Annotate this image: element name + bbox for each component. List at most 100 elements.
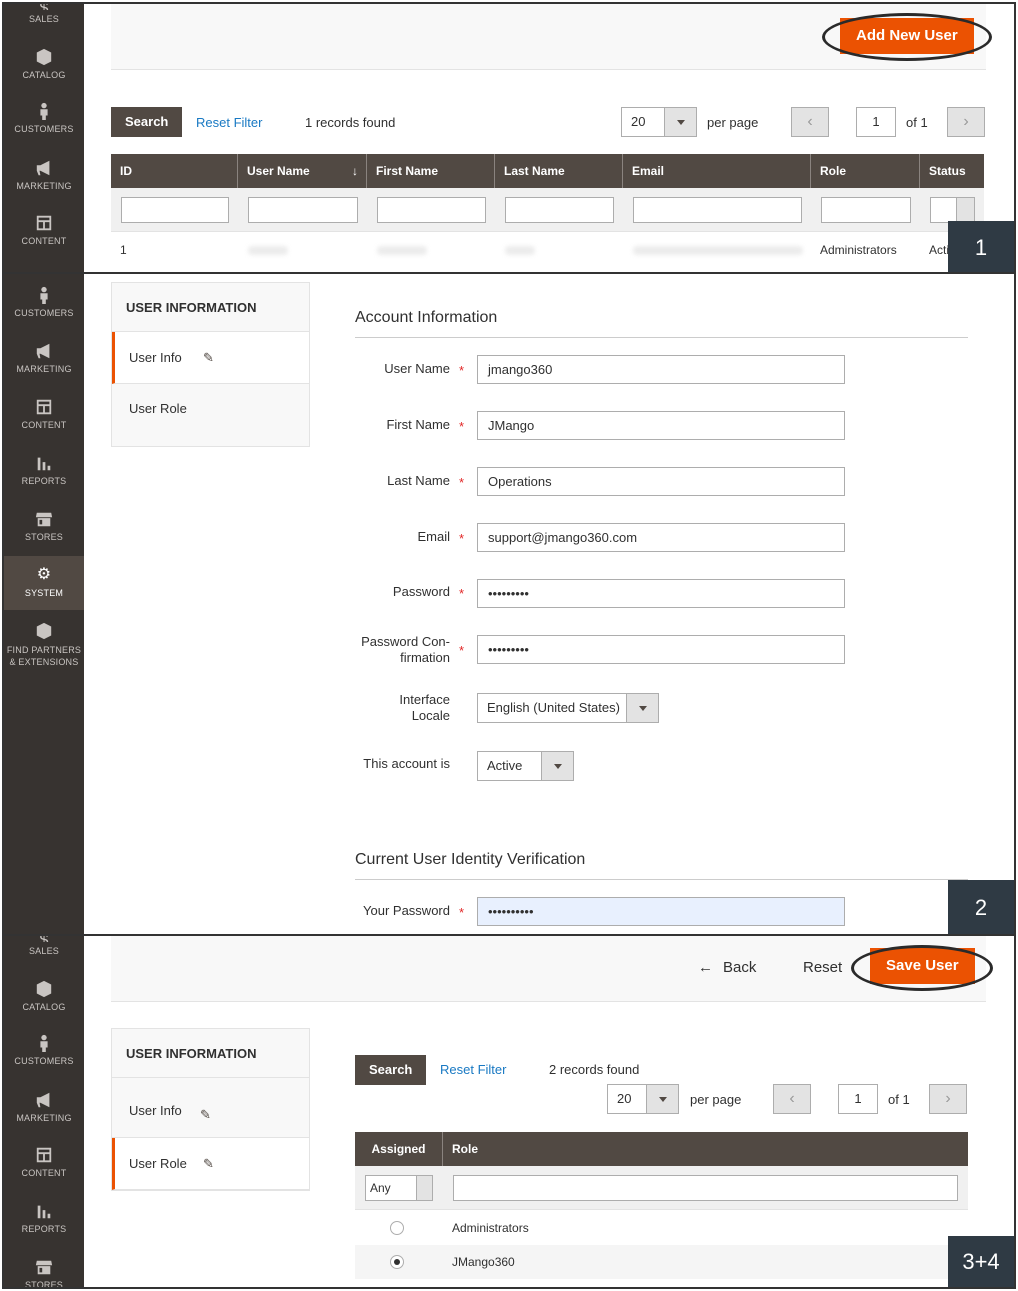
reset-filter-link[interactable]: Reset Filter [196, 115, 262, 130]
col-status[interactable]: Status [920, 154, 984, 188]
nav-marketing[interactable]: MARKETING [4, 1091, 84, 1123]
required-star: * [459, 475, 465, 490]
next-page-button[interactable]: › [929, 1084, 967, 1114]
page-total: of 1 [888, 1092, 910, 1107]
per-page-select[interactable]: 20 [621, 107, 697, 137]
required-star: * [459, 419, 465, 434]
password-confirmation-label: Password Con- firmation [361, 634, 450, 665]
table-row[interactable]: Administrators [355, 1211, 968, 1245]
page-input[interactable]: 1 [838, 1084, 878, 1114]
nav-reports[interactable]: REPORTS [4, 454, 84, 486]
nav-content[interactable]: CONTENT [4, 398, 84, 430]
cell-role: Administrators [820, 243, 897, 257]
table-row[interactable]: JMango360 [355, 1245, 968, 1279]
nav-catalog[interactable]: CATALOG [4, 48, 84, 80]
your-password-label: Your Password [363, 903, 450, 918]
search-button[interactable]: Search [111, 107, 183, 137]
col-id[interactable]: ID [111, 154, 238, 188]
nav-content[interactable]: CONTENT [4, 1146, 84, 1178]
per-page-select[interactable]: 20 [607, 1084, 679, 1114]
step-badge: 3+4 [948, 1236, 1014, 1287]
account-status-select[interactable]: Active [477, 751, 574, 781]
table-row[interactable]: 1 Administrators Acti [111, 233, 984, 267]
reset-button[interactable]: Reset [803, 959, 842, 976]
nav-customers[interactable]: CUSTOMERS [4, 102, 84, 134]
pencil-icon: ✎ [203, 1156, 214, 1171]
prev-page-button[interactable]: ‹ [791, 107, 829, 137]
firstname-input[interactable]: JMango [477, 411, 845, 440]
tab-user-role[interactable]: User Role [112, 384, 309, 446]
page-total: of 1 [906, 115, 928, 130]
nav-sales[interactable]: $ SALES [4, 936, 84, 956]
sort-arrow-icon: ↓ [352, 164, 358, 178]
col-first-name[interactable]: First Name [367, 154, 495, 188]
blurred-firstname [377, 246, 427, 255]
layout-icon [35, 214, 53, 232]
col-role[interactable]: Role [811, 154, 920, 188]
password-input[interactable]: ••••••••• [477, 579, 845, 608]
nav-marketing[interactable]: MARKETING [4, 342, 84, 374]
col-email[interactable]: Email [623, 154, 811, 188]
step-badge: 1 [948, 221, 1014, 272]
required-star: * [459, 586, 465, 601]
next-page-button[interactable]: › [947, 107, 985, 137]
filter-lastname-input[interactable] [505, 197, 614, 223]
assigned-filter-select[interactable]: Any [365, 1175, 433, 1201]
nav-stores[interactable]: STORES [4, 510, 84, 542]
nav-catalog[interactable]: CATALOG [4, 980, 84, 1012]
filter-role-input[interactable] [821, 197, 911, 223]
nav-customers[interactable]: CUSTOMERS [4, 286, 84, 318]
page-input[interactable]: 1 [856, 107, 896, 137]
tab-user-info[interactable]: User Info ✎ [112, 332, 309, 384]
prev-page-button[interactable]: ‹ [773, 1084, 811, 1114]
nav-system[interactable]: ⚙ SYSTEM [4, 556, 84, 610]
col-last-name[interactable]: Last Name [495, 154, 623, 188]
bar-chart-icon [35, 454, 53, 472]
cell-role: JMango360 [452, 1255, 515, 1269]
account-status-label: This account is [363, 756, 450, 771]
nav-marketing[interactable]: MARKETING [4, 159, 84, 191]
filter-id-input[interactable] [121, 197, 229, 223]
your-password-input[interactable]: •••••••••• [477, 897, 845, 926]
username-input[interactable]: jmango360 [477, 355, 845, 384]
nav-sales[interactable]: $ SALES [4, 4, 84, 24]
filter-firstname-input[interactable] [377, 197, 486, 223]
email-input[interactable]: support@jmango360.com [477, 523, 845, 552]
megaphone-icon [35, 159, 53, 177]
filter-email-input[interactable] [633, 197, 802, 223]
store-icon [35, 1258, 53, 1276]
tab-user-info[interactable]: User Info ✎ [112, 1078, 309, 1138]
col-role[interactable]: Role [443, 1132, 968, 1166]
nav-content[interactable]: CONTENT [4, 214, 84, 246]
reset-filter-link[interactable]: Reset Filter [440, 1062, 506, 1077]
tab-user-role[interactable]: User Role ✎ [112, 1138, 309, 1190]
lastname-input[interactable]: Operations [477, 467, 845, 496]
megaphone-icon [35, 342, 53, 360]
nav-find-partners[interactable]: FIND PARTNERS & EXTENSIONS [4, 622, 84, 668]
grid-header: ID User Name ↓ First Name Last Name Emai… [111, 154, 984, 188]
back-button[interactable]: ← Back [698, 959, 756, 976]
boxes-icon [35, 622, 53, 640]
blurred-username [248, 246, 288, 255]
user-info-tabs: USER INFORMATION User Info ✎ User Role ✎ [111, 1028, 310, 1191]
role-radio-jmango360[interactable] [390, 1255, 404, 1269]
nav-stores[interactable]: STORES [4, 1258, 84, 1287]
user-info-tabs: USER INFORMATION User Info ✎ User Role [111, 282, 310, 447]
col-user-name[interactable]: User Name ↓ [238, 154, 367, 188]
person-icon [35, 1034, 53, 1052]
cell-status: Acti [929, 243, 950, 257]
nav-reports[interactable]: REPORTS [4, 1202, 84, 1234]
interface-locale-select[interactable]: English (United States) [477, 693, 659, 723]
per-page-label: per page [707, 115, 759, 130]
col-assigned[interactable]: Assigned [355, 1132, 443, 1166]
password-confirmation-input[interactable]: ••••••••• [477, 635, 845, 664]
filter-username-input[interactable] [248, 197, 358, 223]
cube-icon [35, 980, 53, 998]
search-button[interactable]: Search [355, 1055, 427, 1085]
role-filter-input[interactable] [453, 1175, 958, 1201]
nav-customers[interactable]: CUSTOMERS [4, 1034, 84, 1066]
chevron-right-icon: › [945, 1090, 951, 1107]
role-radio-administrators[interactable] [390, 1221, 404, 1235]
admin-sidebar: $ SALES CATALOG CUSTOMERS MARKETING CONT… [4, 936, 84, 1287]
filter-status-select[interactable] [930, 197, 975, 223]
